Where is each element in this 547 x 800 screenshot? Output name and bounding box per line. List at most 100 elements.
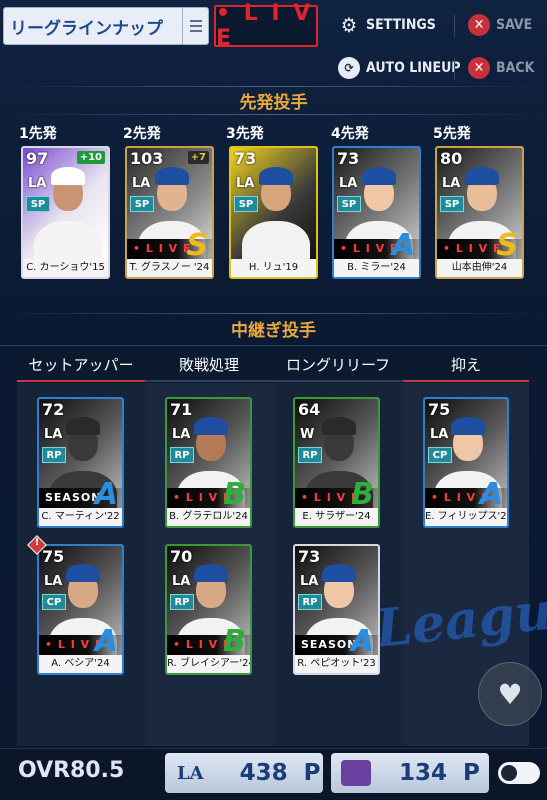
team-logo-icon: LA — [172, 427, 191, 442]
grade-badge: S — [496, 228, 518, 263]
divider — [0, 313, 547, 314]
card-ovr: 75 — [42, 547, 65, 566]
ovr-label: OVR — [18, 758, 71, 783]
card-player-name: 山本由伸'24 — [437, 259, 522, 277]
position-badge: SP — [337, 196, 361, 212]
position-badge: RP — [170, 594, 194, 610]
player-card[interactable]: 73 LA RP SEASON A R. ペピオット'23 — [293, 544, 380, 675]
toggle-knob — [501, 765, 517, 781]
team-logo-icon: LA — [442, 176, 461, 191]
grade-badge: A — [479, 477, 503, 512]
card-ovr: 70 — [170, 547, 193, 566]
card-player-name: C. カーショウ'15 — [23, 259, 108, 277]
auto-lineup-button[interactable]: ⟳ AUTO LINEUP — [338, 57, 461, 79]
league-points-unit: P — [463, 760, 480, 786]
gear-icon: ⚙ — [340, 13, 358, 37]
divider — [0, 86, 547, 87]
lineup-dropdown[interactable]: リーグラインナップ — [3, 7, 209, 45]
position-badge: SP — [130, 196, 154, 212]
lineup-dropdown-label: リーグラインナップ — [10, 18, 163, 39]
grade-badge: A — [94, 477, 118, 512]
back-button[interactable]: ✕ BACK — [468, 57, 534, 79]
player-card[interactable]: 97 LA SP +10 C. カーショウ'15 — [21, 146, 110, 279]
save-button[interactable]: ✕ SAVE — [468, 14, 532, 36]
card-player-name: T. グラスノー '24 — [127, 259, 212, 277]
tab-long-relief[interactable]: ロングリリーフ — [273, 352, 403, 382]
card-player-name: R. ブレイシアー'24 — [167, 655, 250, 673]
starter-slot-label: 4先発 — [331, 126, 369, 142]
card-player-name: B. ミラー'24 — [334, 259, 419, 277]
cap-icon — [258, 166, 293, 185]
back-label: BACK — [496, 60, 535, 76]
position-badge: SP — [440, 196, 464, 212]
player-card[interactable]: 75 LA CP • L I V E A A. ベシア'24 — [37, 544, 124, 675]
card-ovr: 75 — [428, 400, 451, 419]
close-icon: ✕ — [468, 14, 490, 36]
cap-icon — [193, 417, 228, 436]
player-card[interactable]: 73 LA SP H. リュ'19 — [229, 146, 318, 279]
card-ovr: 97 — [26, 149, 49, 168]
position-badge: CP — [42, 594, 66, 610]
team-points-unit: P — [303, 760, 321, 786]
starter-slot-label: 2先発 — [123, 126, 161, 142]
cap-icon — [321, 564, 356, 583]
tab-closer[interactable]: 抑え — [403, 352, 529, 382]
player-card[interactable]: 80 LA SP • L I V E S 山本由伸'24 — [435, 146, 524, 279]
tab-mopup[interactable]: 敗戦処理 — [145, 352, 273, 382]
card-ovr: 73 — [298, 547, 321, 566]
starters-title: 先発投手 — [239, 93, 308, 113]
card-ovr: 64 — [298, 400, 321, 419]
grade-badge: A — [350, 624, 374, 659]
player-card[interactable]: 70 LA RP • L I V E B R. ブレイシアー'24 — [165, 544, 252, 675]
position-badge: RP — [298, 594, 322, 610]
cap-icon — [361, 166, 396, 185]
card-player-name: E. サラザー'24 — [295, 508, 378, 526]
card-ovr: 103 — [130, 149, 164, 168]
upgrade-badge: +7 — [187, 151, 209, 164]
player-card[interactable]: 75 LA CP • L I V E A E. フィリップス'24 — [423, 397, 509, 528]
starter-slot-label: 5先発 — [433, 126, 471, 142]
starter-slot-label: 3先発 — [226, 126, 264, 142]
upgrade-badge: +10 — [76, 151, 105, 164]
divider — [0, 345, 547, 346]
tab-setup[interactable]: セットアッパー — [17, 352, 145, 382]
player-card[interactable]: 73 LA SP • L I V E A B. ミラー'24 — [332, 146, 421, 279]
league-points-box: 134 P — [331, 753, 489, 793]
live-button[interactable]: • L I V E — [214, 1, 318, 51]
heart-plus-icon: ♥ — [497, 677, 523, 711]
team-logo-icon: LA — [339, 176, 358, 191]
settings-label: SETTINGS — [366, 17, 436, 33]
grade-badge: B — [223, 477, 246, 512]
league-points-value: 134 — [399, 760, 448, 786]
team-logo-icon: LA — [132, 176, 151, 191]
grade-badge: A — [94, 624, 118, 659]
favorite-button[interactable]: ♥ — [478, 662, 542, 726]
player-card[interactable]: 72 LA RP SEASON A C. マーティン'22 — [37, 397, 124, 528]
cap-icon — [193, 564, 228, 583]
card-player-name: A. ベシア'24 — [39, 655, 122, 673]
cap-icon — [464, 166, 499, 185]
league-logo-icon — [341, 760, 371, 786]
card-ovr: 72 — [42, 400, 65, 419]
divider — [0, 114, 547, 115]
player-card[interactable]: 71 LA RP • L I V E B B. グラテロル'24 — [165, 397, 252, 528]
settings-button[interactable]: ⚙ SETTINGS — [338, 13, 436, 37]
team-logo-icon: LA — [28, 176, 47, 191]
team-logo-icon: LA — [172, 574, 191, 589]
team-logo-icon: LA — [44, 574, 63, 589]
card-player-name: C. マーティン'22 — [39, 508, 122, 526]
team-logo-icon: LA — [236, 176, 255, 191]
team-logo-icon: LA — [430, 427, 449, 442]
toggle-switch[interactable] — [498, 762, 540, 784]
cap-icon — [321, 417, 356, 436]
ovr-value: 80.5 — [70, 758, 125, 783]
player-card[interactable]: 64 W RP • L I V E B E. サラザー'24 — [293, 397, 380, 528]
position-badge: RP — [42, 447, 66, 463]
dodgers-logo-icon: LA — [177, 762, 204, 784]
auto-lineup-icon: ⟳ — [338, 57, 360, 79]
close-icon: ✕ — [468, 57, 490, 79]
player-card[interactable]: 103 LA SP +7 • L I V E S T. グラスノー '24 — [125, 146, 214, 279]
card-player-name: B. グラテロル'24 — [167, 508, 250, 526]
cap-icon — [65, 417, 100, 436]
card-player-name: R. ペピオット'23 — [295, 655, 378, 673]
